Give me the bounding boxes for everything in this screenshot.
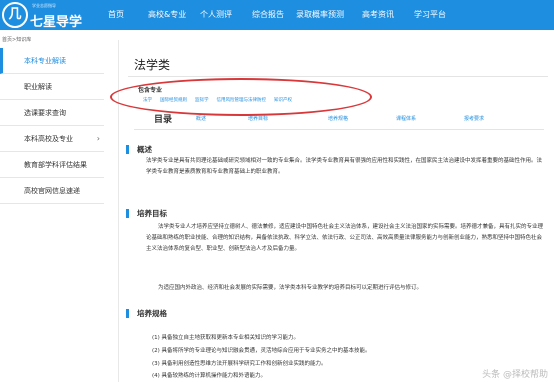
sidebar-item-discipline-evaluation[interactable]: 教育部学科评估结果: [0, 152, 104, 178]
objectives-paragraph-2: 为适应国内外政治、经济和社会发展的实际需要，法学类本科专业教学的培养目标可以定期…: [158, 285, 423, 291]
watermark: 头条 @择校帮助: [482, 370, 548, 380]
toc-link-curriculum[interactable]: 课程体系: [396, 115, 416, 122]
section-heading: 培养目标: [137, 209, 167, 218]
sidebar-item-colleges-majors[interactable]: 本科高校及专业 ›: [0, 126, 104, 152]
sidebar-item-label: 本科专业解读: [24, 57, 66, 65]
section-marker: [126, 309, 129, 318]
logo[interactable]: 几 学业志愿指导 七星导学: [2, 2, 83, 30]
sidebar-item-course-requirements[interactable]: 选课要求查询: [0, 100, 104, 126]
nav-item-admission-prediction[interactable]: 录取概率预测: [296, 0, 344, 30]
toc-link-overview[interactable]: 概述: [196, 115, 206, 122]
logo-text: 七星导学: [30, 15, 83, 30]
sidebar: 本科专业解读 职业解读 选课要求查询 本科高校及专业 › 教育部学科评估结果 高…: [0, 48, 104, 204]
sidebar-item-label: 选课要求查询: [24, 109, 66, 117]
section-overview: 概述: [126, 144, 152, 155]
list-item: (2) 具备将所学的专业理论与知识融会贯通，灵活地综合应用于专业实务之中的基本技…: [152, 348, 371, 354]
section-specs: 培养规格: [126, 308, 167, 319]
sidebar-item-career[interactable]: 职业解读: [0, 74, 104, 100]
sidebar-item-label: 教育部学科评估结果: [24, 161, 87, 169]
table-of-contents: 目录 概述 培养目标 培养规格 课程体系 报考要求: [134, 108, 544, 130]
nav-item-news[interactable]: 高考资讯: [362, 0, 394, 30]
nav-item-colleges-majors[interactable]: 高校&专业: [148, 0, 186, 30]
toc-label: 目录: [154, 115, 173, 125]
page-title: 法学类: [134, 58, 171, 72]
overview-text: 法学类专业是具有共同理论基础或研究领域相对一致的专业集合。法学类专业教育具有很强…: [146, 158, 543, 175]
nav-item-home[interactable]: 首页: [108, 0, 124, 30]
breadcrumb[interactable]: 首页>知识库: [2, 36, 31, 43]
section-marker: [126, 145, 129, 154]
sidebar-item-label: 高校官网信息速递: [24, 187, 80, 195]
sidebar-item-label: 职业解读: [24, 83, 52, 91]
nav-item-report[interactable]: 综合报告: [252, 0, 284, 30]
chevron-right-icon: ›: [96, 134, 100, 143]
list-item: (4) 具备较熟练的计算机操作能力和外语能力。: [152, 373, 267, 379]
sidebar-item-official-news[interactable]: 高校官网信息速递: [0, 178, 104, 204]
sidebar-item-undergrad-major[interactable]: 本科专业解读: [0, 48, 104, 74]
logo-subtitle: 学业志愿指导: [32, 3, 56, 8]
toc-link-requirements[interactable]: 报考要求: [464, 115, 484, 122]
sidebar-item-label: 本科高校及专业: [24, 135, 73, 143]
title-divider: [128, 76, 548, 77]
section-heading: 概述: [137, 145, 152, 154]
list-item: (1) 具备独立自主地获取和更新本专业相关知识的学习能力。: [152, 335, 300, 341]
list-item: (3) 具备利用创造性思维方法开展科学研究工作和创新创业实践的能力。: [152, 361, 327, 367]
objectives-paragraph-1: 法学类专业人才培养应坚持立德树人、德法兼修，适应建设中国特色社会主义法治体系，建…: [146, 224, 544, 252]
toc-link-specs[interactable]: 培养规格: [328, 115, 348, 122]
logo-mark: 几: [2, 2, 28, 28]
section-heading: 培养规格: [137, 309, 167, 318]
top-nav-bar: 几 学业志愿指导 七星导学 首页 高校&专业 个人测评 综合报告 录取概率预测 …: [0, 0, 554, 30]
section-marker: [126, 209, 129, 218]
section-objectives: 培养目标: [126, 208, 167, 219]
nav-item-assessment[interactable]: 个人测评: [200, 0, 232, 30]
toc-link-objectives[interactable]: 培养目标: [248, 115, 268, 122]
nav-item-learning-platform[interactable]: 学习平台: [414, 0, 446, 30]
